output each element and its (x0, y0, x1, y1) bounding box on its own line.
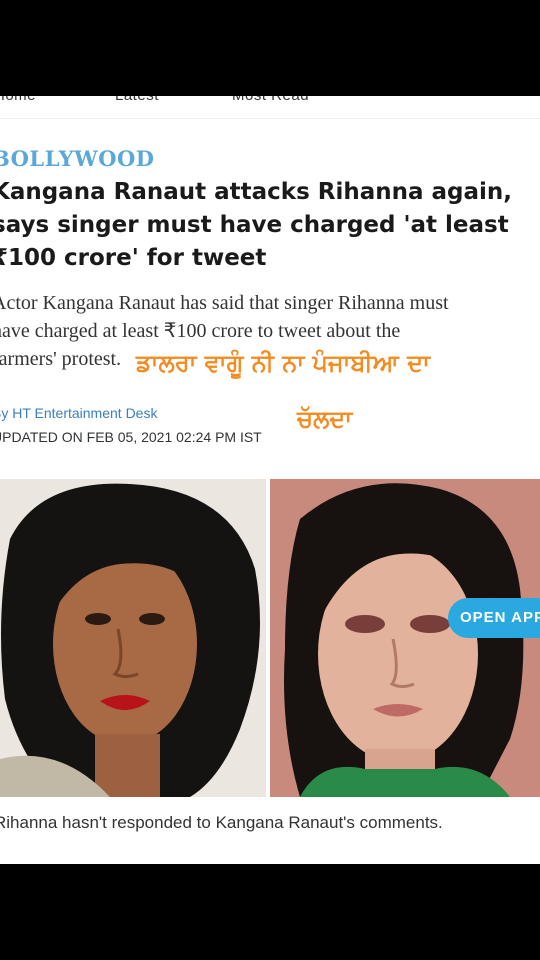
photo-caption: Rihanna hasn't responded to Kangana Rana… (0, 813, 443, 832)
summary-line: have charged at least ₹100 crore to twee… (0, 320, 401, 342)
punjabi-overlay-text-line2: ਚੱਲਦਾ (297, 405, 353, 433)
headline-line: says singer must have charged 'at least (0, 212, 509, 238)
nav-item-latest[interactable]: Latest (115, 96, 159, 104)
headline-line: ₹100 crore' for tweet (0, 245, 267, 271)
author-byline[interactable]: By HT Entertainment Desk (0, 405, 157, 421)
nav-item-most-read[interactable]: Most Read (232, 96, 309, 104)
rihanna-photo (0, 479, 266, 797)
kangana-photo (270, 479, 540, 797)
nav-item-home[interactable]: Home (0, 96, 36, 104)
top-nav: Home Latest Most Read (0, 96, 540, 119)
headline-line: Kangana Ranaut attacks Rihanna again, (0, 179, 513, 205)
open-app-button[interactable]: OPEN APP (448, 598, 540, 638)
section-label[interactable]: BOLLYWOOD (0, 146, 155, 171)
summary-line: Actor Kangana Ranaut has said that singe… (0, 292, 449, 314)
app-screen: Home Latest Most Read BOLLYWOOD Kangana … (0, 96, 540, 864)
article-headline[interactable]: Kangana Ranaut attacks Rihanna again, sa… (0, 176, 540, 275)
punjabi-overlay-text-line1: ਡਾਲਰਾ ਵਾਗੂੰ ਨੀ ਨਾ ਪੰਜਾਬੀਆ ਦਾ (136, 349, 430, 377)
updated-timestamp: UPDATED ON FEB 05, 2021 02:24 PM IST (0, 429, 262, 445)
